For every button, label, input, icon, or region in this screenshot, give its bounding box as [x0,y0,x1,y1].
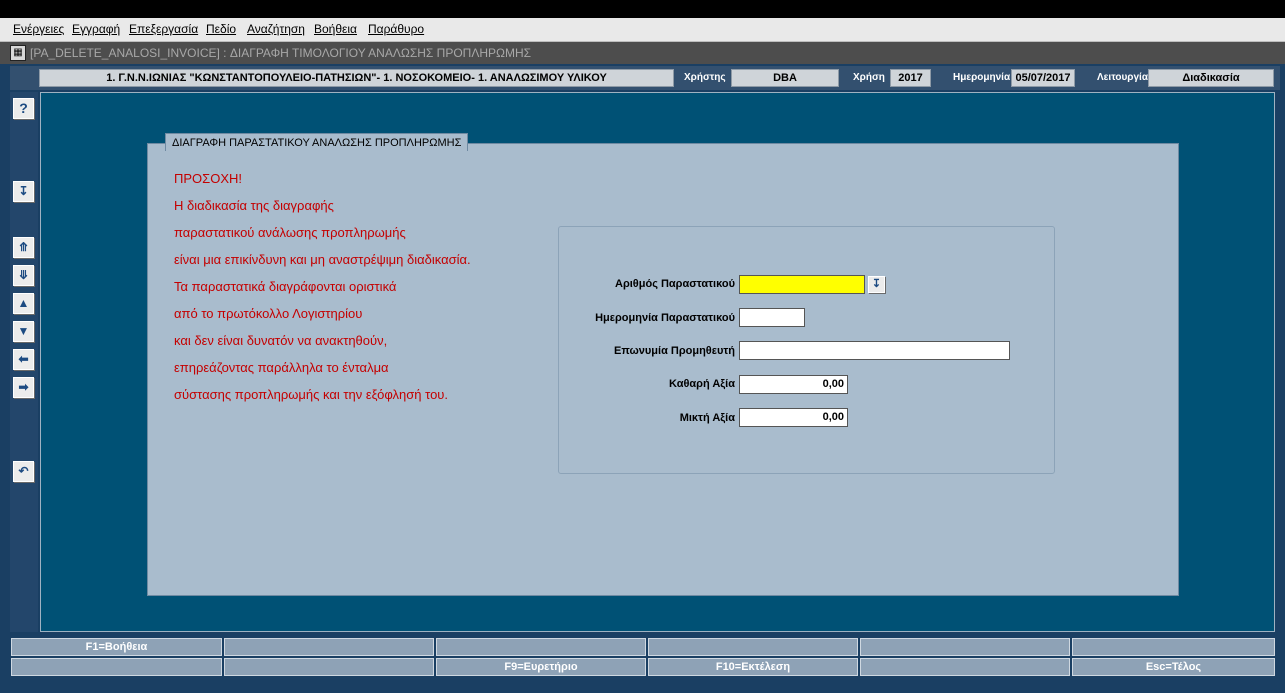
warning-line: είναι μια επικίνδυνη και μη αναστρέψιμη … [174,252,471,267]
menu-record[interactable]: Εγγραφή [72,22,120,36]
net-value-label: Καθαρή Αξία [669,378,735,390]
menu-bar: Ενέργειες Εγγραφή Επεξεργασία Πεδίο Αναζ… [0,18,1285,42]
menu-help[interactable]: Βοήθεια [314,22,357,36]
next-block-icon[interactable]: ➡ [13,377,34,398]
gross-value-field[interactable]: 0,00 [739,408,848,427]
menu-search[interactable]: Αναζήτηση [247,22,305,36]
menu-edit[interactable]: Επεξεργασία [129,22,198,36]
first-record-icon[interactable]: ⤊ [13,237,34,258]
warning-line: παραστατικού ανάλωσης προπληρωμής [174,225,406,240]
function-key-empty [860,638,1070,656]
menu-actions[interactable]: Ενέργειες [13,22,64,36]
previous-block-icon[interactable]: ⬅ [13,349,34,370]
organization-field: 1. Γ.Ν.Ν.ΙΩΝΙΑΣ "ΚΩΝΣΤΑΝΤΟΠΟΥΛΕΙΟ-ΠΑΤΗΣΙ… [39,69,674,87]
warning-line: και δεν είναι δυνατόν να ανακτηθούν, [174,333,388,348]
doc-number-label: Αριθμός Παραστατικού [615,278,735,290]
doc-date-input[interactable] [739,308,805,327]
warning-line: ΠΡΟΣΟΧΗ! [174,171,242,186]
user-field: DBA [731,69,839,87]
last-record-icon[interactable]: ⤋ [13,265,34,286]
menu-field[interactable]: Πεδίο [206,22,236,36]
supplier-input[interactable] [739,341,1010,360]
warning-line: Τα παραστατικά διαγράφονται οριστικά [174,279,397,294]
f10-execute-key[interactable]: F10=Εκτέλεση [648,658,858,676]
warning-line: επηρεάζοντας παράλληλα το ένταλμα [174,360,389,375]
f1-help-key[interactable]: F1=Βοήθεια [11,638,222,656]
esc-exit-key[interactable]: Esc=Τέλος [1072,658,1275,676]
previous-record-icon[interactable]: ▲ [13,293,34,314]
doc-date-label: Ημερομηνία Παραστατικού [595,312,735,324]
year-field: 2017 [890,69,931,87]
function-key-empty [224,638,434,656]
function-key-empty [860,658,1070,676]
function-key-empty [648,638,858,656]
app-icon: ▦ [10,45,26,61]
doc-number-input[interactable] [739,275,865,294]
f9-lookup-key[interactable]: F9=Ευρετήριο [436,658,646,676]
net-value-field[interactable]: 0,00 [739,375,848,394]
function-key-empty [436,638,646,656]
function-key-empty [1072,638,1275,656]
panel-title: ΔΙΑΓΡΑΦΗ ΠΑΡΑΣΤΑΤΙΚΟΥ ΑΝΑΛΩΣΗΣ ΠΡΟΠΛΗΡΩΜ… [165,133,469,151]
function-key-empty [224,658,434,676]
warning-line: Η διαδικασία της διαγραφής [174,198,334,213]
next-record-icon[interactable]: ▼ [13,321,34,342]
user-label: Χρήστης [684,72,726,83]
function-key-empty [11,658,222,676]
gross-value-label: Μικτή Αξία [679,412,735,424]
window-title: [PA_DELETE_ANALOSI_INVOICE] : ΔΙΑΓΡΑΦΗ Τ… [30,46,532,60]
year-label: Χρήση [853,72,885,83]
list-of-values-icon[interactable]: ↧ [868,276,885,293]
function-field: Διαδικασία [1148,69,1274,87]
warning-line: από το πρωτόκολλο Λογιστηρίου [174,306,363,321]
menu-window[interactable]: Παράθυρο [368,22,424,36]
date-label: Ημερομηνία [953,72,1011,83]
warning-line: σύστασης προπληρωμής και την εξόφλησή το… [174,387,449,402]
undo-icon[interactable]: ↶ [13,461,34,482]
window-title-bar: ▦ [PA_DELETE_ANALOSI_INVOICE] : ΔΙΑΓΡΑΦΗ… [0,42,1285,64]
supplier-label: Επωνυμία Προμηθευτή [614,345,735,357]
date-field: 05/07/2017 [1011,69,1075,87]
help-icon[interactable]: ? [13,98,34,119]
function-label: Λειτουργία [1097,72,1148,83]
download-icon[interactable]: ↧ [13,181,34,202]
